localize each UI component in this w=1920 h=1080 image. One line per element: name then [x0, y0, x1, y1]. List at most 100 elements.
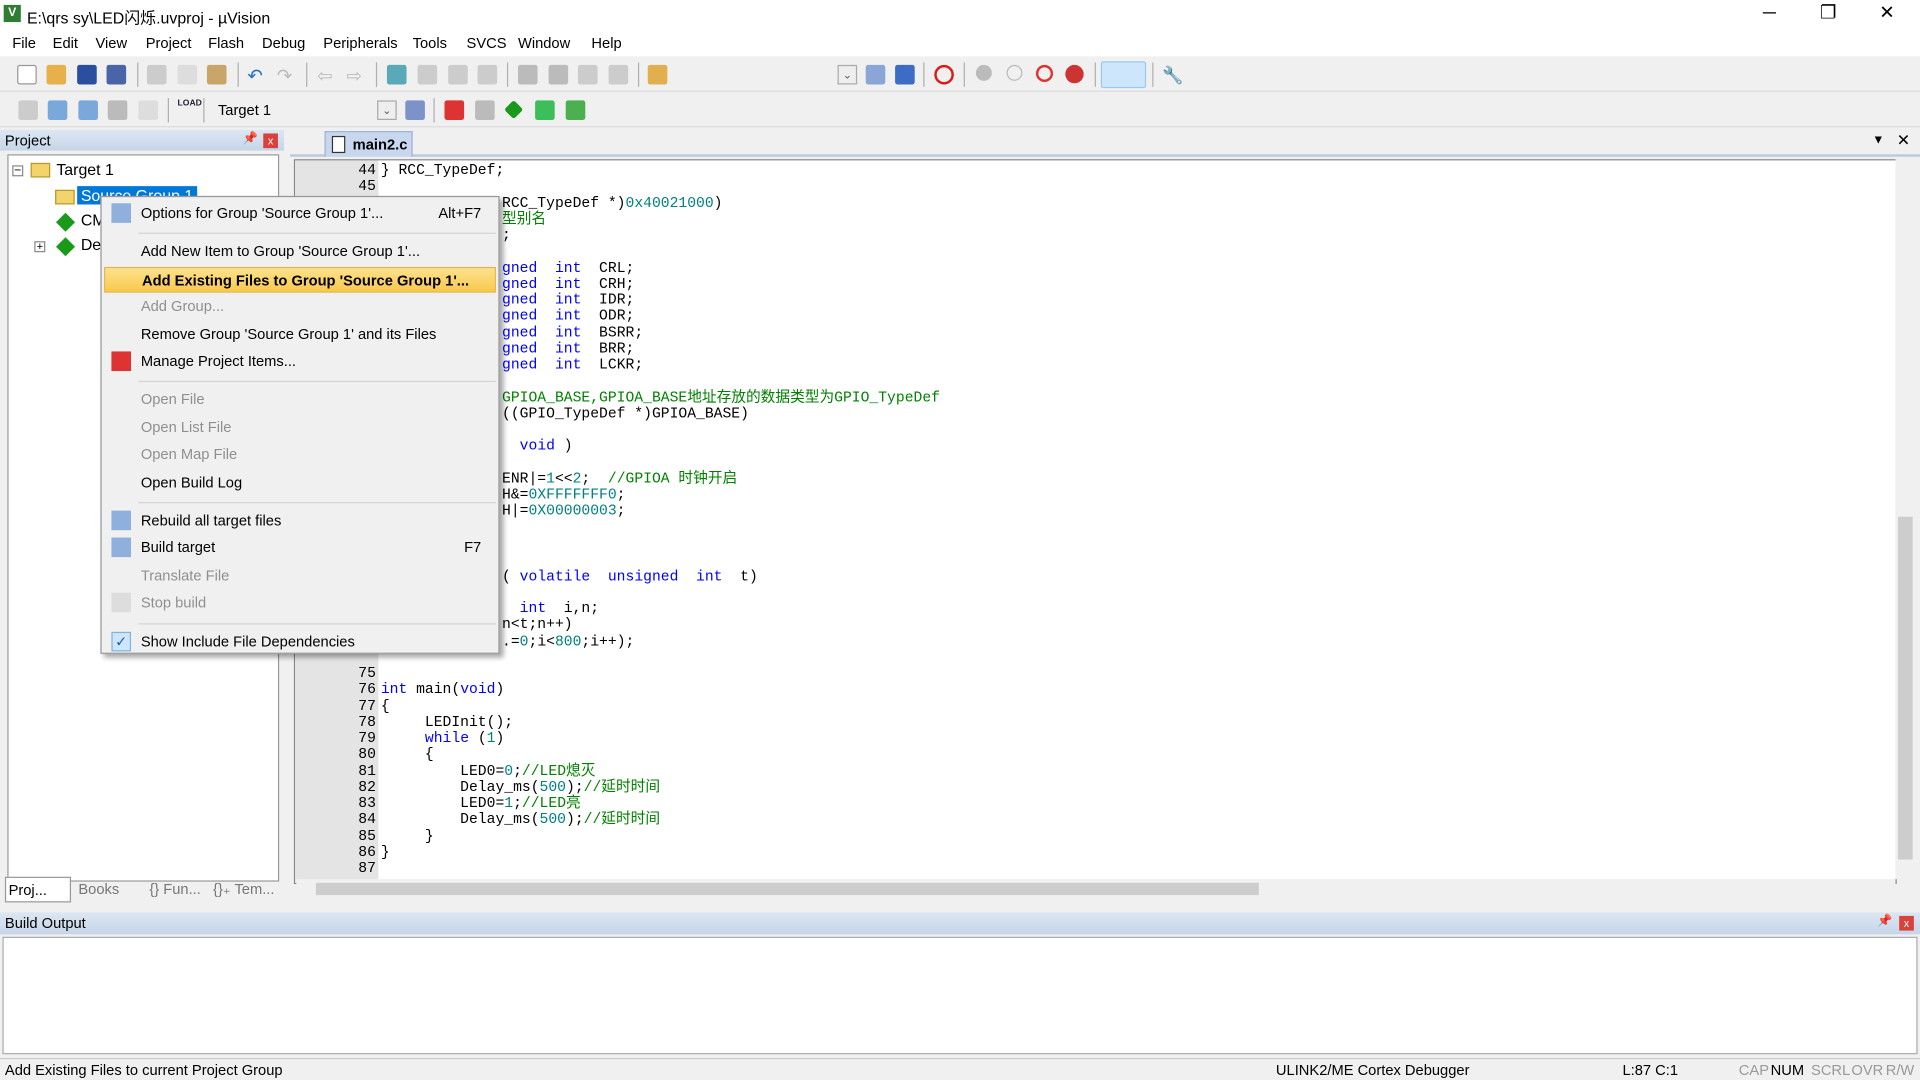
editor-vertical-scrollbar[interactable]	[1895, 159, 1916, 880]
disable-breakpoint-icon[interactable]	[1006, 64, 1023, 81]
tree-item-device[interactable]: De	[81, 235, 101, 253]
code-token: ;	[581, 470, 608, 488]
scroll-thumb[interactable]	[315, 882, 1259, 896]
kill-all-breakpoints-icon[interactable]	[1065, 64, 1084, 84]
tab-main2-c[interactable]: main2.c	[324, 131, 413, 157]
context-menu-item[interactable]: Open File	[104, 387, 496, 413]
incremental-find-icon[interactable]	[895, 64, 915, 85]
disable-all-breakpoints-icon[interactable]	[1035, 64, 1054, 83]
editor-horizontal-scrollbar[interactable]	[296, 879, 1896, 899]
bookmark-icon[interactable]	[386, 64, 407, 85]
expand-icon[interactable]: +	[34, 241, 46, 253]
target-select[interactable]: Target 1	[213, 99, 372, 121]
menu-edit[interactable]: Edit	[53, 34, 78, 51]
pack-installer-icon[interactable]	[535, 100, 555, 121]
tab-list-dropdown-icon[interactable]: ▼	[1872, 133, 1884, 146]
context-menu-item[interactable]: Stop build	[104, 590, 496, 616]
debug-session-icon[interactable]	[934, 64, 954, 85]
build-output-text[interactable]	[2, 936, 1918, 1055]
collapse-icon[interactable]: −	[12, 165, 24, 177]
menu-view[interactable]: View	[96, 34, 128, 51]
menu-debug[interactable]: Debug	[262, 34, 305, 51]
stop-build-icon[interactable]	[138, 100, 158, 121]
context-menu-item[interactable]: Add Group...	[104, 294, 496, 320]
load-icon[interactable]: LOAD	[178, 99, 202, 119]
find-icon[interactable]	[865, 64, 886, 85]
open-file-icon[interactable]	[46, 64, 67, 85]
context-menu-item[interactable]: Add Existing Files to Group 'Source Grou…	[104, 266, 496, 293]
code-token: ODR;	[581, 307, 635, 325]
context-menu-item[interactable]: Remove Group 'Source Group 1' and its Fi…	[104, 322, 496, 348]
target-dropdown[interactable]: ⌄	[377, 100, 397, 121]
context-menu-item[interactable]: Build target F7	[104, 536, 496, 562]
close-panel-icon[interactable]: x	[263, 133, 278, 149]
context-menu-item[interactable]: Manage Project Items...	[104, 349, 496, 375]
navigate-back-icon[interactable]: ⇦	[317, 65, 337, 87]
build-icon[interactable]	[47, 100, 68, 121]
minimize-button[interactable]: ─	[1741, 0, 1797, 29]
menu-project[interactable]: Project	[146, 34, 192, 51]
rebuild-icon[interactable]	[78, 100, 98, 121]
tab-templates[interactable]: {}₊ Tem...	[211, 877, 280, 903]
close-tab-icon[interactable]: ✕	[1897, 131, 1910, 151]
paste-icon[interactable]	[206, 64, 227, 85]
context-menu-item[interactable]: Options for Group 'Source Group 1'... Alt…	[104, 201, 496, 227]
target-options-icon[interactable]	[405, 100, 425, 121]
unindent-icon[interactable]	[548, 64, 569, 85]
menu-tools[interactable]: Tools	[413, 34, 447, 51]
cut-icon[interactable]	[146, 64, 167, 85]
undo-icon[interactable]: ↶	[247, 65, 267, 87]
software-packs-icon[interactable]	[565, 100, 586, 121]
manage-project-items-icon[interactable]	[444, 100, 465, 121]
save-icon[interactable]	[77, 64, 97, 85]
batch-build-icon[interactable]	[107, 100, 128, 121]
tab-books[interactable]: Books	[76, 877, 142, 903]
menu-svcs[interactable]: SVCS	[467, 34, 507, 51]
close-button[interactable]: ✕	[1859, 0, 1915, 29]
new-file-icon[interactable]	[17, 64, 37, 85]
redo-icon[interactable]: ↷	[277, 65, 297, 87]
uncomment-icon[interactable]	[608, 64, 629, 85]
context-menu-item[interactable]: Open Map File	[104, 442, 496, 468]
configure-icon[interactable]: 🔧	[1162, 65, 1183, 85]
tab-functions[interactable]: {} Fun...	[147, 877, 208, 903]
navigate-forward-icon[interactable]: ⇨	[347, 65, 367, 87]
save-all-icon[interactable]	[106, 64, 127, 85]
window-layout-button[interactable]	[1100, 61, 1147, 89]
select-packs-icon[interactable]	[475, 100, 495, 121]
translate-icon[interactable]	[18, 100, 38, 121]
tab-project[interactable]: Proj...	[4, 876, 72, 903]
pin-icon[interactable]: 📌	[1877, 915, 1892, 928]
menu-window[interactable]: Window	[518, 34, 570, 51]
line-number: 87	[358, 859, 376, 877]
code-line: gned int CRL;	[502, 260, 634, 276]
comment-icon[interactable]	[577, 64, 598, 85]
menu-help[interactable]: Help	[591, 34, 621, 51]
context-menu-item[interactable]: Rebuild all target files	[104, 508, 496, 534]
code-editor[interactable]: 44 45 75 76 77 78 79 80 81 82 83 84 85 86 87 } RCC_Typ…	[293, 159, 1897, 885]
context-menu-item[interactable]: Open Build Log	[104, 470, 496, 496]
menu-file[interactable]: File	[12, 34, 36, 51]
next-bookmark-icon[interactable]	[448, 64, 468, 85]
clear-bookmarks-icon[interactable]	[477, 64, 498, 85]
breakpoint-icon[interactable]	[975, 64, 992, 81]
code-token: );	[566, 811, 584, 829]
find-dropdown[interactable]: ⌄	[837, 64, 858, 85]
scroll-thumb[interactable]	[1897, 516, 1913, 860]
copy-icon[interactable]	[177, 64, 198, 85]
find-in-files-icon[interactable]	[647, 64, 668, 85]
context-menu-item[interactable]: Translate File	[104, 563, 496, 589]
menu-flash[interactable]: Flash	[208, 34, 244, 51]
pin-icon[interactable]: 📌	[242, 132, 257, 145]
context-menu-item[interactable]: Open List File	[104, 415, 496, 441]
close-panel-icon[interactable]: x	[1899, 915, 1914, 931]
manage-rte-icon[interactable]	[504, 100, 524, 120]
prev-bookmark-icon[interactable]	[417, 64, 438, 85]
tree-target[interactable]: Target 1	[56, 160, 114, 178]
menu-peripherals[interactable]: Peripherals	[323, 34, 397, 51]
restore-button[interactable]: ❐	[1800, 0, 1856, 29]
indent-icon[interactable]	[517, 64, 538, 85]
context-menu-item[interactable]: Add New Item to Group 'Source Group 1'..…	[104, 239, 496, 265]
context-menu-item[interactable]: ✓ Show Include File Dependencies	[104, 629, 496, 655]
